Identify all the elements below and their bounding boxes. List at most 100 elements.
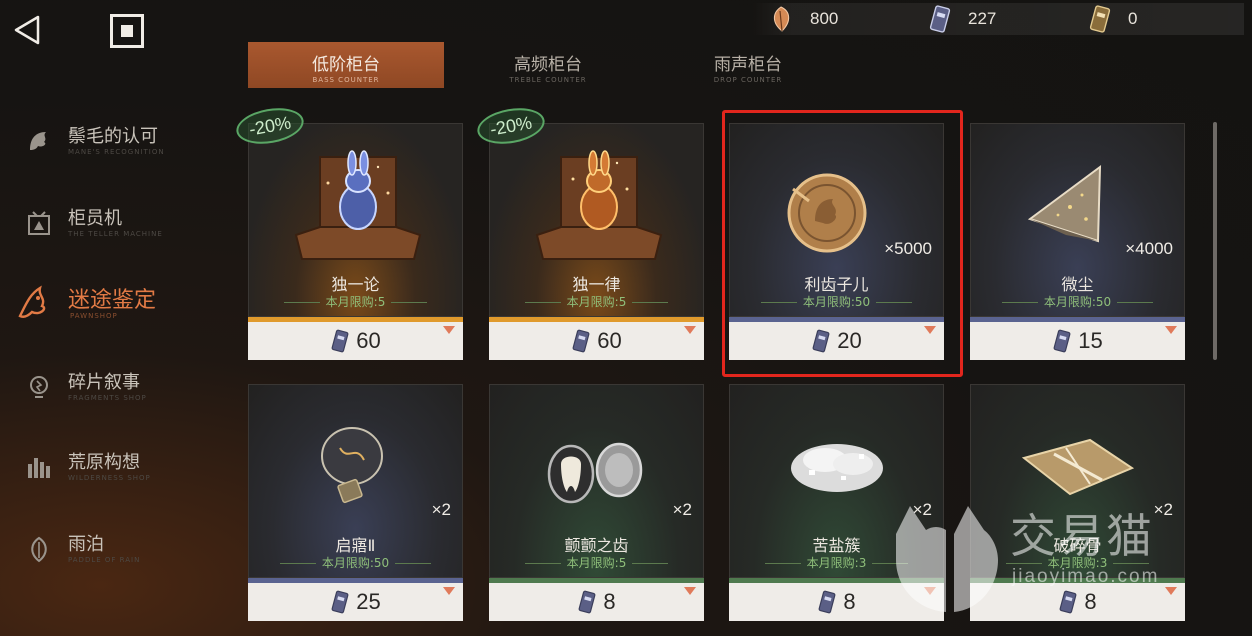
item-price: 25: [356, 589, 381, 614]
back-button[interactable]: [12, 14, 44, 46]
sidebar-item-label: 鬃毛的认可: [68, 126, 158, 147]
item-quantity: ×4000: [1125, 239, 1173, 258]
ticket-icon: [572, 329, 590, 353]
item-price: 60: [356, 328, 381, 353]
sidebar-item-fragments[interactable]: 碎片叙事 FRAGMENTS SHOP: [24, 366, 224, 410]
tab-sublabel: DROP COUNTER: [713, 76, 783, 84]
item-price: 8: [843, 589, 856, 614]
sidebar-item-teller-machine[interactable]: 柜员机 THE TELLER MACHINE: [24, 202, 224, 246]
glowing-rabbit-chest-icon: [294, 150, 422, 260]
sidebar-item-sublabel: WILDERNESS SHOP: [68, 474, 151, 482]
purchase-limit: 本月限购:5: [489, 293, 704, 310]
currency-bar: 800 227 0: [752, 3, 1244, 35]
golden-rabbit-chest-icon: [535, 150, 663, 260]
item-price: 15: [1078, 328, 1103, 353]
ticket-icon: [812, 329, 830, 353]
purchase-limit: 本月限购:50: [248, 554, 463, 571]
corner-triangle-icon: [684, 587, 696, 595]
ticket-icon: [1053, 329, 1071, 353]
sidebar-item-label: 荒原构想: [68, 452, 140, 473]
price-band: 20: [729, 322, 944, 360]
price-band: 15: [970, 322, 1185, 360]
tab-bass-counter[interactable]: 低阶柜台 BASS COUNTER: [248, 42, 444, 88]
tab-label: 高频柜台: [514, 55, 582, 75]
sidebar-item-mane-recognition[interactable]: 鬃毛的认可 MANE'S RECOGNITION: [24, 120, 224, 164]
sidebar-item-label: 碎片叙事: [68, 372, 140, 393]
rain-leaf-icon: [31, 536, 47, 563]
sidebar-item-sublabel: FRAGMENTS SHOP: [68, 394, 147, 402]
item-name: 独一律: [572, 275, 621, 294]
scrollbar[interactable]: [1213, 122, 1217, 360]
watermark: 交易猫 jiaoyimao.com: [888, 500, 1208, 620]
shop-item-card[interactable]: ×5000 利齿子儿 本月限购:50 20: [729, 123, 944, 360]
tab-treble-counter[interactable]: 高频柜台 TREBLE COUNTER: [450, 42, 646, 88]
sidebar-item-paddle-of-rain[interactable]: 雨泊 PADDLE OF RAIN: [24, 528, 224, 572]
item-name: 独一论: [331, 275, 380, 294]
shop-item-card[interactable]: ×2 颤颤之齿 本月限购:5 8: [489, 384, 704, 621]
corner-triangle-icon: [924, 326, 936, 334]
teller-machine-icon: [28, 211, 50, 235]
ticket-icon: [331, 329, 349, 353]
currency-feather: 800: [768, 3, 838, 35]
feather-icon: [773, 6, 790, 32]
mane-icon: [30, 132, 46, 150]
sidebar-item-label: 迷途鉴定: [68, 288, 157, 313]
sidebar-item-sublabel: THE TELLER MACHINE: [68, 230, 163, 238]
price-band: 60: [489, 322, 704, 360]
purchase-limit: 本月限购:50: [729, 293, 944, 310]
tab-label: 低阶柜台: [312, 55, 380, 75]
shop-item-card[interactable]: -20% 独一律 本月限购:5 60: [474, 103, 704, 360]
pawnshop-icon: [18, 285, 46, 318]
shop-item-card[interactable]: ×4000 微尘 本月限购:50 15: [970, 123, 1185, 360]
purchase-limit: 本月限购:50: [970, 293, 1185, 310]
price-band: 25: [248, 583, 463, 621]
sidebar-item-sublabel: PAWNSHOP: [70, 312, 118, 320]
currency-ticket: 227: [928, 3, 996, 35]
currency-ticket-value: 227: [968, 9, 997, 28]
corner-triangle-icon: [443, 587, 455, 595]
ticket-icon: [331, 590, 349, 614]
watermark-url: jiaoyimao.com: [1012, 566, 1160, 587]
item-price: 20: [837, 328, 862, 353]
tab-sublabel: BASS COUNTER: [312, 76, 380, 84]
tab-drop-counter[interactable]: 雨声柜台 DROP COUNTER: [650, 42, 846, 88]
corner-triangle-icon: [1165, 326, 1177, 334]
back-arrow-icon: [14, 15, 40, 45]
currency-gold-ticket-value: 0: [1128, 9, 1138, 28]
sidebar-item-sublabel: PADDLE OF RAIN: [68, 556, 141, 564]
item-name: 微尘: [1061, 275, 1094, 294]
tab-sublabel: TREBLE COUNTER: [509, 76, 587, 84]
item-quantity: ×2: [672, 500, 692, 519]
sidebar-item-sublabel: MANE'S RECOGNITION: [68, 148, 165, 156]
price-band: 60: [248, 322, 463, 360]
item-name: 利齿子儿: [804, 275, 869, 294]
corner-triangle-icon: [684, 326, 696, 334]
ticket-icon: [929, 5, 951, 33]
item-price: 60: [597, 328, 622, 353]
sidebar-item-label: 柜员机: [68, 208, 122, 229]
sidebar-item-wilderness[interactable]: 荒原构想 WILDERNESS SHOP: [24, 446, 224, 490]
item-price: 8: [603, 589, 616, 614]
gold-ticket-icon: [1089, 5, 1111, 33]
currency-gold-ticket: 0: [1088, 3, 1137, 35]
shop-item-card[interactable]: -20% 独一论 本月限购:5 60: [233, 103, 463, 360]
sidebar-item-label: 雨泊: [68, 534, 104, 555]
ticket-icon: [578, 590, 596, 614]
cat-logo-icon: [896, 506, 998, 612]
purchase-limit: 本月限购:5: [489, 554, 704, 571]
item-quantity: ×2: [431, 500, 451, 519]
corner-triangle-icon: [443, 326, 455, 334]
tab-label: 雨声柜台: [714, 55, 782, 75]
shop-item-card[interactable]: ×2 启寤Ⅱ 本月限购:50 25: [248, 384, 463, 621]
bulb-icon: [30, 376, 48, 398]
item-quantity: ×5000: [884, 239, 932, 258]
stop-button[interactable]: [110, 14, 144, 48]
price-band: 8: [489, 583, 704, 621]
watermark-text: 交易猫: [1010, 509, 1154, 563]
item-name: 启寤Ⅱ: [335, 536, 376, 555]
sidebar-item-pawnshop[interactable]: 迷途鉴定 PAWNSHOP: [14, 282, 214, 326]
item-name: 颤颤之齿: [564, 536, 629, 555]
currency-feather-value: 800: [810, 9, 839, 28]
ticket-icon: [818, 590, 836, 614]
purchase-limit: 本月限购:5: [248, 293, 463, 310]
